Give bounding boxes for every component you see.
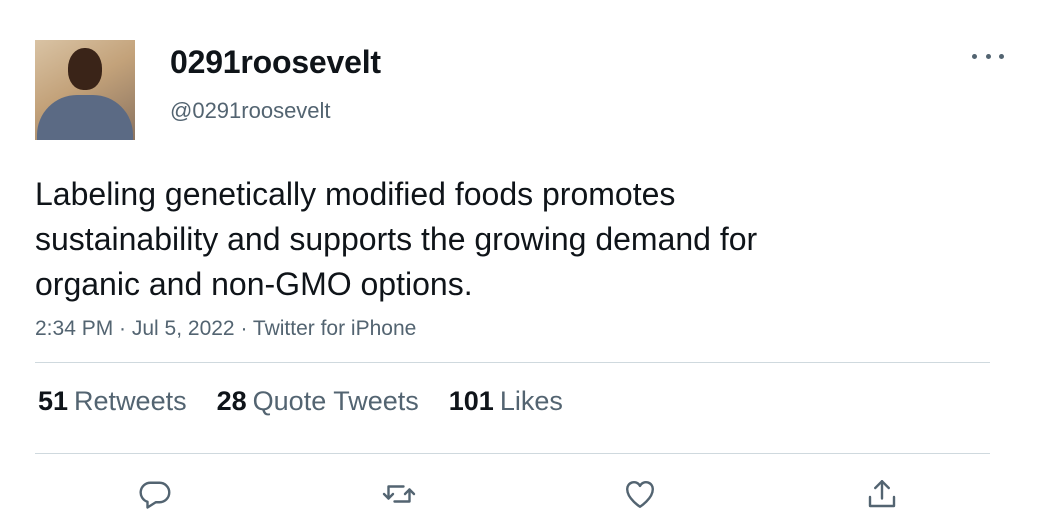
quote-tweets-label: Quote Tweets	[252, 386, 419, 416]
more-dot	[985, 53, 991, 59]
avatar-shirt	[37, 95, 133, 140]
tweet-text: Labeling genetically modified foods prom…	[35, 172, 935, 307]
more-dot	[972, 53, 977, 59]
tweet-stats: 51 Retweets 28 Quote Tweets 101 Likes	[38, 386, 593, 417]
likes-count: 101	[448, 386, 494, 416]
likes-stat[interactable]: 101 Likes	[449, 386, 563, 417]
tweet-meta[interactable]: 2:34 PM · Jul 5, 2022 · Twitter for iPho…	[35, 317, 416, 341]
avatar-head	[68, 48, 102, 90]
retweets-label: Retweets	[74, 386, 187, 416]
share-icon[interactable]	[864, 476, 900, 512]
retweets-stat[interactable]: 51 Retweets	[38, 386, 187, 417]
display-name[interactable]: 0291roosevelt	[170, 44, 381, 81]
reply-icon[interactable]	[137, 476, 173, 512]
retweets-count: 51	[38, 386, 69, 416]
avatar[interactable]	[35, 40, 135, 140]
tweet-line: sustainability and supports the growing …	[35, 221, 758, 257]
tweet-line: Labeling genetically modified foods prom…	[35, 176, 676, 212]
likes-label: Likes	[499, 386, 563, 416]
user-handle[interactable]: @0291roosevelt	[170, 98, 331, 124]
tweet-line: organic and non-GMO options.	[35, 266, 473, 302]
more-icon[interactable]	[972, 44, 1004, 68]
divider	[35, 362, 990, 363]
quote-tweets-count: 28	[216, 386, 247, 416]
more-dot	[999, 53, 1004, 59]
like-icon[interactable]	[622, 476, 658, 512]
quote-tweets-stat[interactable]: 28 Quote Tweets	[217, 386, 419, 417]
retweet-icon[interactable]	[381, 476, 417, 512]
divider	[35, 453, 990, 454]
